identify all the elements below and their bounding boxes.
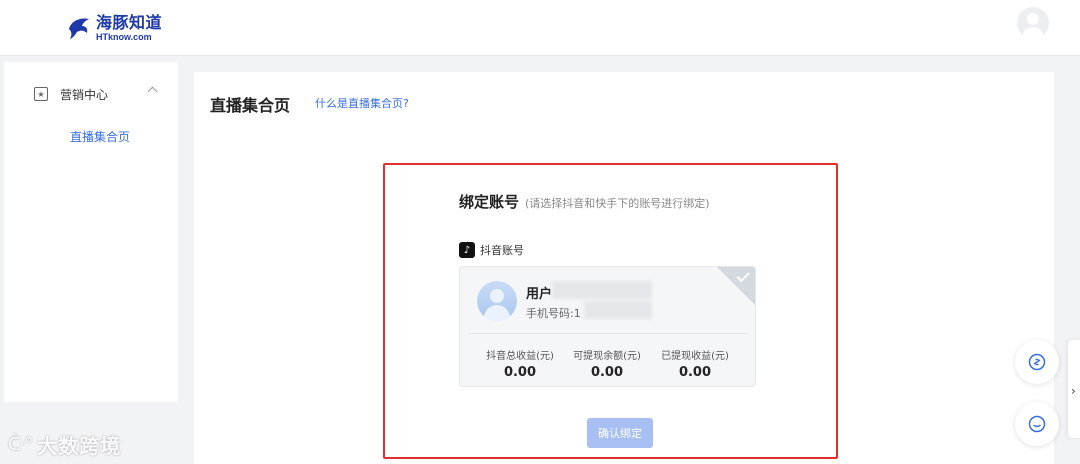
star-box-icon: ★ [34,87,48,101]
site-logo[interactable]: 海豚知道 HTknow.com [66,10,162,46]
link-float-button[interactable] [1015,340,1059,384]
page-title: 直播集合页 [210,96,291,115]
stat-withdrawable: 可提现余额(元) 0.00 [562,347,652,380]
help-link[interactable]: 什么是直播集合页? [315,95,409,111]
account-phone: 手机号码:1 [526,307,581,320]
top-header: 海豚知道 HTknow.com [0,0,1080,56]
stat-value: 0.00 [678,365,712,380]
chat-float-button[interactable] [1015,402,1059,446]
douyin-icon: ♪ [459,242,475,258]
card-divider [468,333,747,334]
confirm-bind-button[interactable]: 确认绑定 [587,418,653,448]
account-username: 用户 [526,287,553,302]
account-avatar [477,281,517,321]
account-card[interactable]: 用户 手机号码:1 抖音总收益(元) 0.00 可提现余额(元) 0.00 已提… [459,266,756,387]
stat-value: 0.00 [503,365,537,380]
stat-value: 0.00 [590,365,624,380]
watermark-text: 大数跨境 [37,434,122,458]
chat-icon [1028,415,1046,433]
stat-total-income: 抖音总收益(元) 0.00 [475,347,565,380]
platform-label: 抖音账号 [480,244,524,257]
side-drawer-tab[interactable]: › [1068,340,1080,438]
chevron-up-icon [147,86,158,97]
phone-redaction [584,301,652,319]
bind-account-title: 绑定账号 [459,193,520,211]
platform-header: ♪ 抖音账号 [459,242,524,258]
sidebar: ★ 营销中心 直播集合页 [4,62,178,402]
stat-label: 已提现收益(元) [661,351,729,362]
stat-withdrawn: 已提现收益(元) 0.00 [650,347,740,380]
logo-name: 海豚知道 [96,12,163,32]
username-redaction [552,281,652,299]
stat-label: 抖音总收益(元) [486,351,554,362]
sidebar-item-live-collection[interactable]: 直播集合页 [70,128,130,145]
watermark-logo-icon: ᑤ° [8,434,34,455]
link-icon [1028,353,1046,371]
sidebar-group-marketing[interactable]: ★ 营销中心 [34,84,166,104]
user-avatar[interactable] [1017,7,1049,39]
dolphin-logo-icon [69,18,89,39]
bind-account-hint: (请选择抖音和快手下的账号进行绑定) [525,197,710,210]
watermark: ᑤ° 大数跨境 [8,430,121,459]
chevron-right-icon: › [1071,384,1076,398]
logo-domain: HTknow.com [96,31,152,42]
stat-label: 可提现余额(元) [573,351,641,362]
sidebar-group-label: 营销中心 [60,87,109,102]
